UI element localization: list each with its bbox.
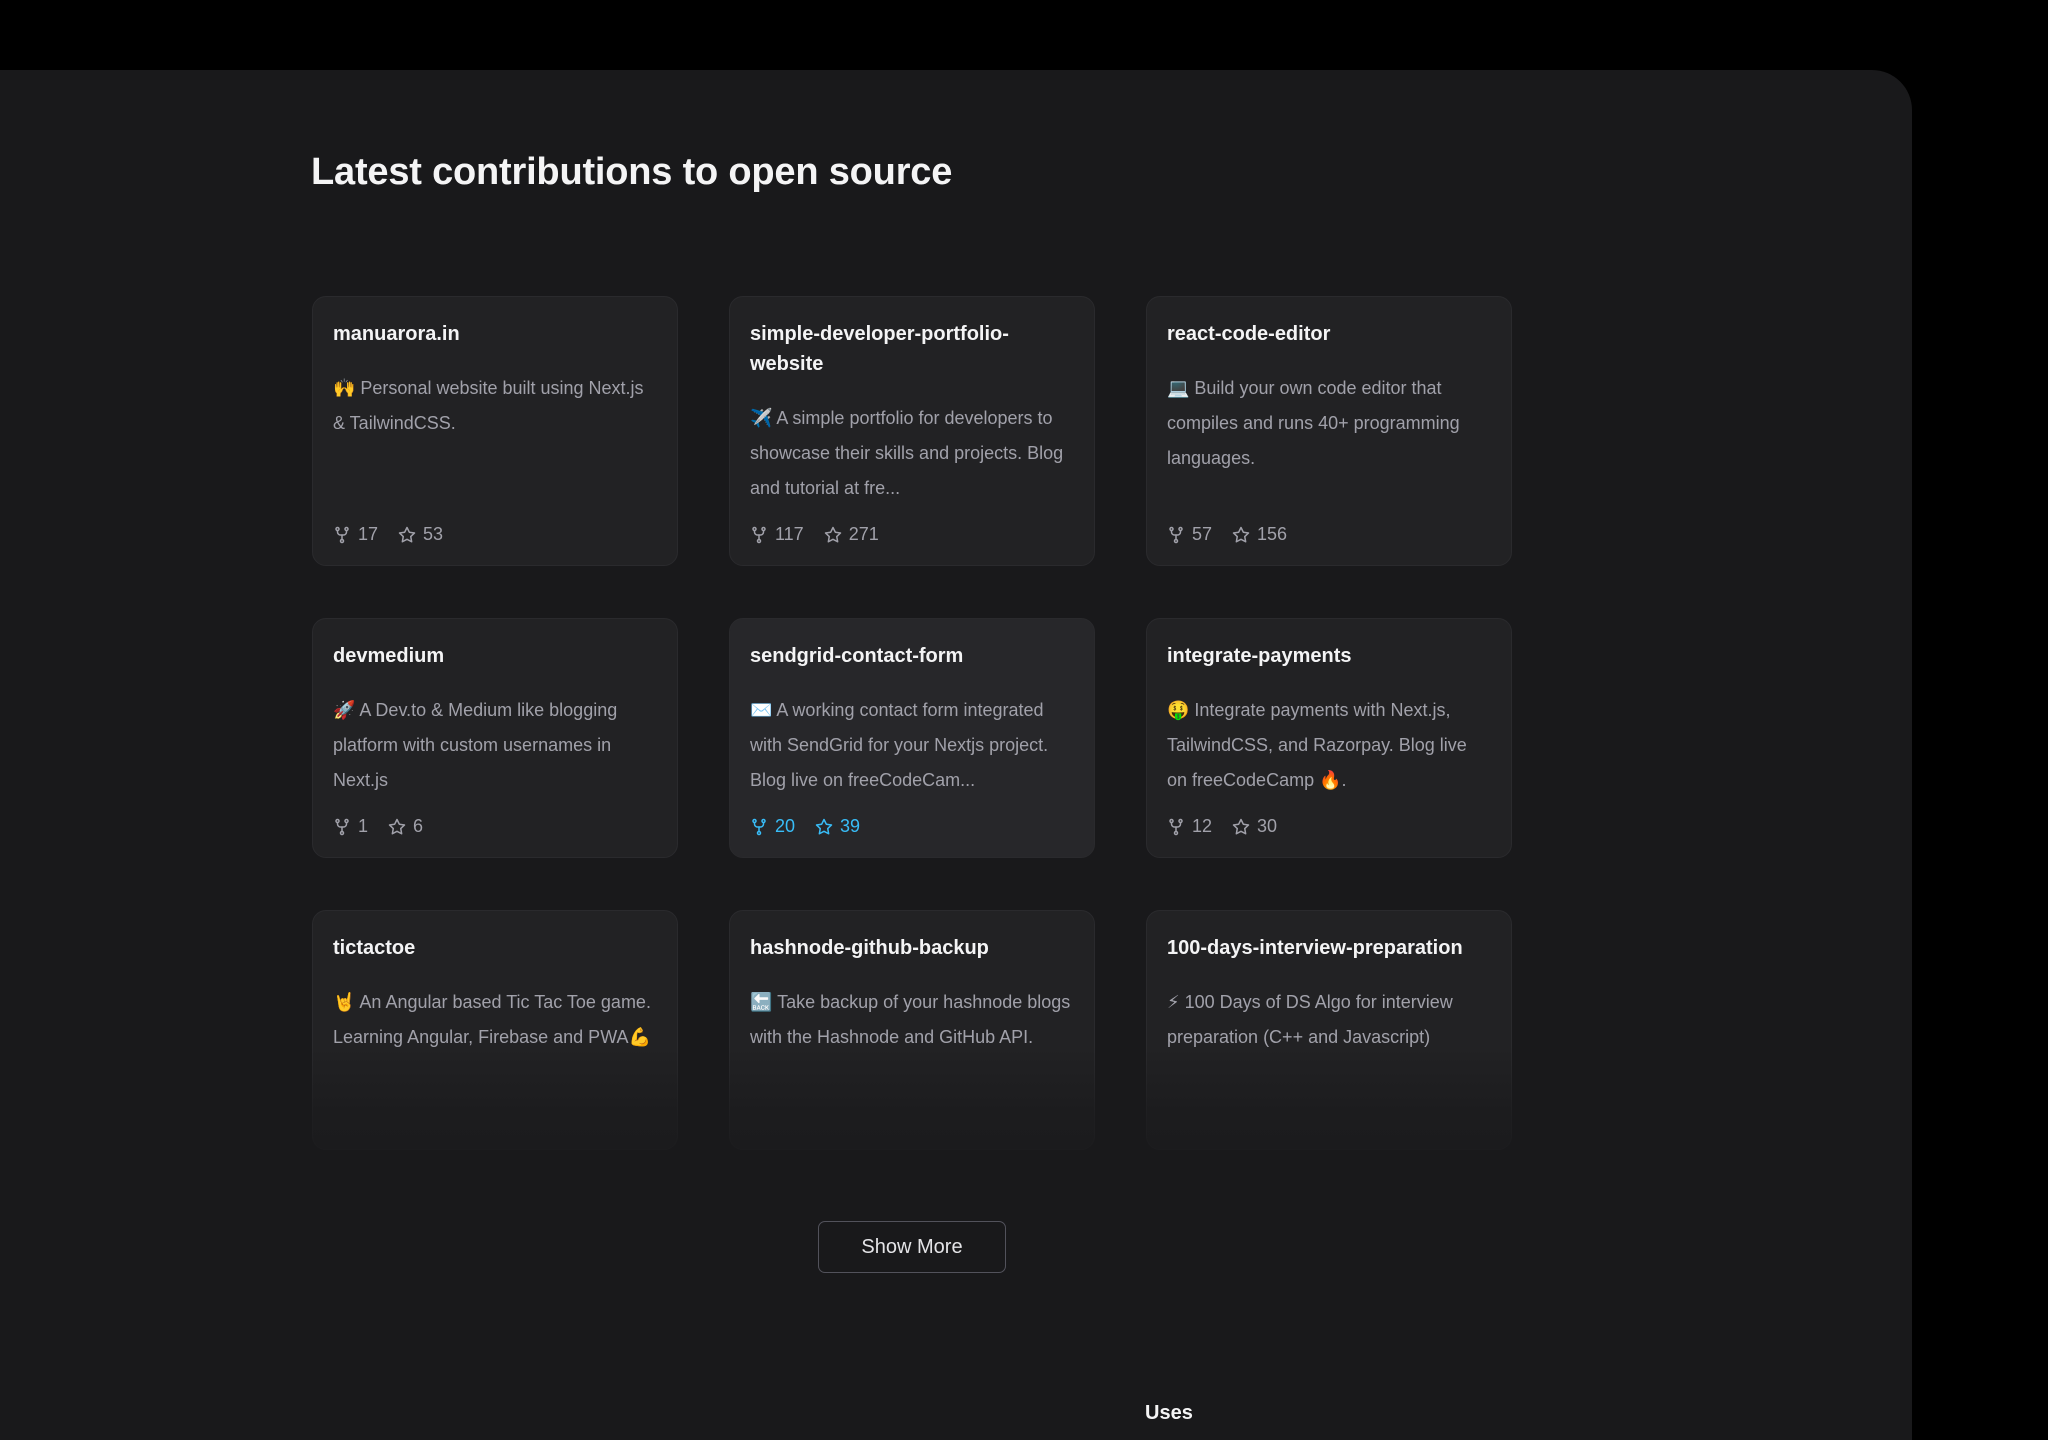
repo-name: hashnode-github-backup — [750, 937, 989, 959]
repo-card[interactable]: 100-days-interview-preparation ⚡ 100 Day… — [1146, 910, 1512, 1150]
repo-description: ✉️ A working contact form integrated wit… — [750, 700, 1049, 790]
star-count: 6 — [388, 816, 423, 837]
repo-card[interactable]: integrate-payments 🤑 Integrate payments … — [1146, 618, 1512, 858]
fork-value: 12 — [1192, 816, 1213, 836]
fork-value: 1 — [358, 816, 369, 836]
star-icon — [815, 818, 833, 834]
repo-stats: 57 156 — [1167, 524, 1287, 545]
repo-description: 🤘 An Angular based Tic Tac Toe game. Lea… — [333, 992, 651, 1047]
fork-count: 117 — [750, 524, 804, 545]
repo-name: devmedium — [333, 645, 445, 667]
star-value: 271 — [848, 524, 879, 544]
repo-card[interactable]: sendgrid-contact-form ✉️ A working conta… — [729, 618, 1095, 858]
repo-name: react-code-editor — [1167, 323, 1331, 345]
footer-link-uses[interactable]: Uses — [1145, 1402, 1193, 1425]
star-icon — [398, 526, 416, 542]
fork-icon — [752, 818, 766, 835]
repo-stats: 1 6 — [333, 816, 423, 837]
repo-description: 🙌 Personal website built using Next.js &… — [333, 378, 644, 433]
star-count: 156 — [1232, 524, 1287, 545]
fork-icon — [1169, 526, 1183, 543]
repo-card[interactable]: devmedium 🚀 A Dev.to & Medium like blogg… — [312, 618, 678, 858]
fork-value: 117 — [775, 524, 804, 544]
star-icon — [1232, 526, 1250, 542]
repo-stats: 20 39 — [750, 816, 860, 837]
star-value: 156 — [1257, 524, 1288, 544]
star-value: 6 — [413, 816, 424, 836]
repo-description: ✈️ A simple portfolio for developers to … — [750, 408, 1064, 498]
repo-stats: 17 53 — [333, 524, 443, 545]
fork-value: 17 — [358, 524, 379, 544]
fork-count: 12 — [1167, 816, 1212, 837]
repo-name: simple-developer-portfolio-website — [750, 323, 1009, 375]
star-icon — [1232, 818, 1250, 834]
repo-card[interactable]: tictactoe 🤘 An Angular based Tic Tac Toe… — [312, 910, 678, 1150]
fork-icon — [752, 526, 766, 543]
repo-stats: 12 30 — [1167, 816, 1277, 837]
show-more-button[interactable]: Show More — [818, 1221, 1006, 1273]
repo-description: 🔙 Take backup of your hashnode blogs wit… — [750, 992, 1071, 1047]
repo-name: integrate-payments — [1167, 645, 1352, 667]
star-count: 53 — [398, 524, 443, 545]
repo-name: 100-days-interview-preparation — [1167, 937, 1463, 959]
fork-value: 20 — [775, 816, 796, 836]
star-count: 271 — [824, 524, 879, 545]
fork-count: 17 — [333, 524, 378, 545]
repo-card[interactable]: react-code-editor 💻 Build your own code … — [1146, 296, 1512, 566]
repo-description: 💻 Build your own code editor that compil… — [1167, 378, 1460, 468]
repo-card[interactable]: simple-developer-portfolio-website ✈️ A … — [729, 296, 1095, 566]
repo-stats: 117 271 — [750, 524, 879, 545]
star-value: 30 — [1257, 816, 1278, 836]
main-panel: Latest contributions to open source manu… — [0, 70, 1912, 1440]
fork-icon — [335, 526, 349, 543]
section-title: Latest contributions to open source — [311, 151, 953, 193]
fork-count: 57 — [1167, 524, 1212, 545]
repo-card[interactable]: hashnode-github-backup 🔙 Take backup of … — [729, 910, 1095, 1150]
repo-card[interactable]: manuarora.in 🙌 Personal website built us… — [312, 296, 678, 566]
star-icon — [388, 818, 406, 834]
fork-icon — [1169, 818, 1183, 835]
star-value: 53 — [423, 524, 444, 544]
fork-value: 57 — [1192, 524, 1213, 544]
repo-name: manuarora.in — [333, 323, 460, 345]
repo-description: ⚡ 100 Days of DS Algo for interview prep… — [1167, 992, 1453, 1047]
star-count: 30 — [1232, 816, 1277, 837]
star-value: 39 — [840, 816, 861, 836]
repo-description: 🤑 Integrate payments with Next.js, Tailw… — [1167, 700, 1467, 790]
fork-count: 20 — [750, 816, 795, 837]
fork-count: 1 — [333, 816, 368, 837]
repo-description: 🚀 A Dev.to & Medium like blogging platfo… — [333, 700, 618, 790]
repo-name: sendgrid-contact-form — [750, 645, 964, 667]
star-count: 39 — [815, 816, 860, 837]
repo-name: tictactoe — [333, 937, 416, 959]
fork-icon — [335, 818, 349, 835]
star-icon — [824, 526, 841, 542]
